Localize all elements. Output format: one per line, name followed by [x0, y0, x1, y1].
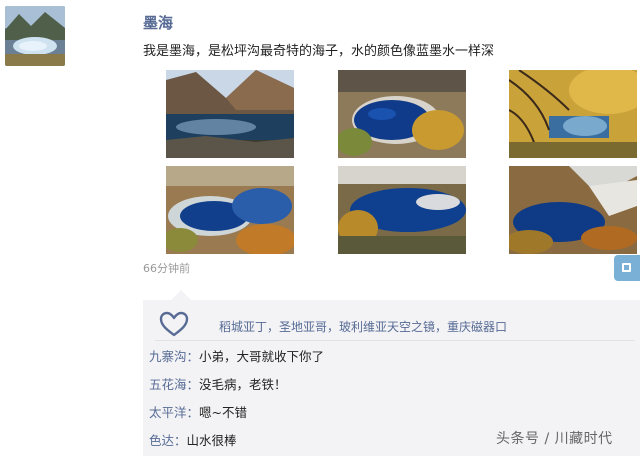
comment-separator: ： [186, 405, 200, 420]
post-text: 我是墨海，是松坪沟最奇特的海子，水的颜色像蓝墨水一样深 [143, 44, 495, 59]
photo-2[interactable] [338, 70, 466, 158]
post-timestamp: 66分钟前 [143, 262, 190, 275]
photo-1[interactable] [166, 70, 294, 158]
photo-3[interactable] [509, 70, 637, 158]
comment-separator: ： [174, 433, 187, 448]
comment-separator: ： [186, 349, 200, 364]
comment-item[interactable]: 太平洋：嗯~不错 [149, 402, 247, 421]
likes-names[interactable]: 稻城亚丁，圣地亚哥，玻利维亚天空之镜，重庆磁器口 [219, 318, 507, 335]
photo-4[interactable] [166, 166, 294, 254]
photo-6[interactable] [509, 166, 637, 254]
comment-text: 没毛病，老铁！ [199, 377, 287, 392]
comment-author[interactable]: 九寨沟 [149, 349, 187, 364]
comment-author[interactable]: 色达 [149, 433, 174, 448]
likes-row: 稻城亚丁，圣地亚哥，玻利维亚天空之镜，重庆磁器口 [155, 310, 635, 341]
comment-item[interactable]: 五花海：没毛病，老铁！ [149, 374, 287, 393]
author-name[interactable]: 墨海 [143, 12, 173, 33]
square-icon [622, 263, 631, 272]
photo-5[interactable] [338, 166, 466, 254]
side-tab-button[interactable] [614, 255, 640, 281]
photo-grid [166, 70, 638, 254]
avatar[interactable] [5, 6, 65, 66]
comment-text: 山水很棒 [186, 433, 237, 448]
comment-arrow [171, 290, 191, 300]
heart-icon[interactable] [157, 310, 191, 338]
comment-separator: ： [186, 377, 200, 392]
comment-text: 嗯~不错 [199, 405, 248, 420]
comment-item[interactable]: 九寨沟：小弟，大哥就收下你了 [149, 346, 324, 365]
watermark: 头条号 / 川藏时代 [496, 431, 613, 447]
comment-author[interactable]: 五花海 [149, 377, 187, 392]
comment-author[interactable]: 太平洋 [149, 405, 187, 420]
comment-text: 小弟，大哥就收下你了 [199, 349, 325, 364]
comment-item[interactable]: 色达：山水很棒 [149, 430, 237, 449]
